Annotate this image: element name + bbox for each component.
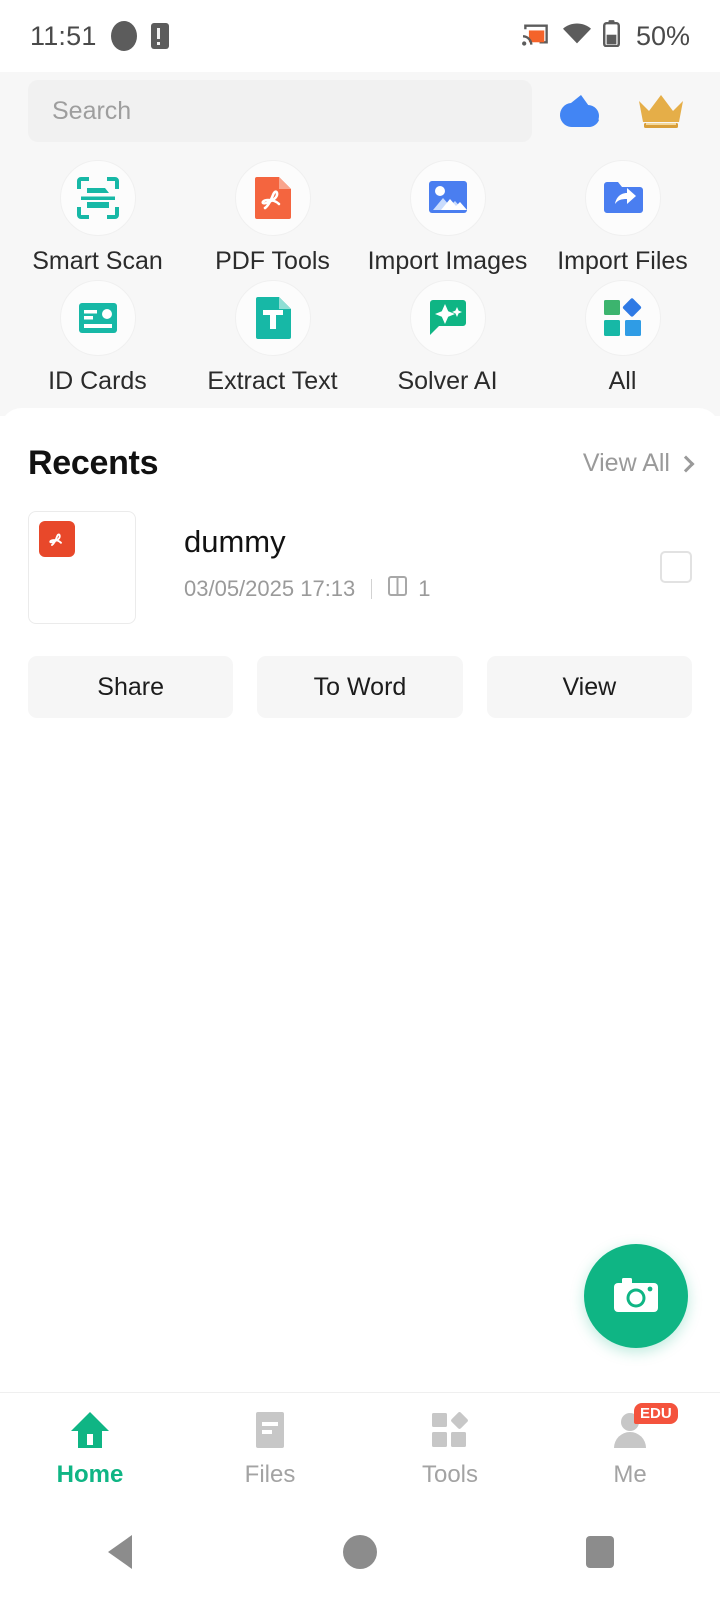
- shortcut-label: Import Images: [367, 247, 528, 275]
- shortcut-label: All: [608, 367, 637, 395]
- file-action-bar: Share To Word View: [0, 624, 720, 718]
- status-bar-right: 50%: [521, 20, 690, 52]
- search-row: [0, 80, 720, 142]
- import-files-icon: [584, 160, 661, 236]
- view-button[interactable]: View: [486, 656, 692, 718]
- recents-square-icon: [586, 1536, 614, 1568]
- screen-cast-icon: [521, 21, 551, 52]
- shortcut-extract-text[interactable]: Extract Text: [185, 280, 360, 394]
- shortcut-grid: Smart Scan PDF Tools Import Images Impor…: [0, 142, 720, 394]
- file-select-checkbox[interactable]: [660, 551, 692, 583]
- nav-label-files: Files: [244, 1460, 296, 1488]
- shortcut-label: ID Cards: [48, 367, 147, 395]
- shortcut-smart-scan[interactable]: Smart Scan: [10, 160, 185, 274]
- tools-icon: [428, 1409, 472, 1451]
- import-images-icon: [409, 160, 486, 236]
- status-bar-left: 11:51: [30, 21, 169, 52]
- camera-icon: [614, 1278, 658, 1312]
- id-cards-icon: [59, 280, 136, 356]
- to-word-button[interactable]: To Word: [257, 656, 463, 718]
- nav-item-tools[interactable]: Tools: [360, 1409, 540, 1489]
- file-thumbnail[interactable]: [28, 511, 136, 624]
- notification-blob-icon: [110, 21, 137, 51]
- bottom-navigation-bar: Home Files Tools EDU Me: [0, 1392, 720, 1504]
- search-input[interactable]: [52, 96, 508, 126]
- back-button[interactable]: [0, 1535, 240, 1569]
- camera-fab-button[interactable]: [584, 1244, 688, 1348]
- file-name: dummy: [184, 524, 286, 559]
- extract-text-icon: [234, 280, 311, 356]
- cloud-icon[interactable]: [550, 80, 612, 142]
- battery-percent-label: 50%: [635, 20, 690, 51]
- solver-ai-icon: [409, 280, 486, 356]
- all-tools-icon: [584, 280, 661, 356]
- chevron-right-icon: [677, 455, 695, 472]
- search-bar[interactable]: [28, 80, 532, 142]
- nav-item-home[interactable]: Home: [0, 1409, 180, 1489]
- shortcut-label: Solver AI: [397, 367, 498, 395]
- view-all-button[interactable]: View All: [582, 449, 695, 478]
- share-button[interactable]: Share: [28, 656, 234, 718]
- recents-button[interactable]: [480, 1536, 720, 1568]
- shortcut-label: Smart Scan: [32, 247, 163, 275]
- nav-item-files[interactable]: Files: [180, 1409, 360, 1489]
- sim-alert-icon: [150, 23, 169, 49]
- status-bar: 11:51 50%: [0, 0, 720, 72]
- smart-scan-icon: [59, 160, 136, 236]
- shortcut-import-files[interactable]: Import Files: [535, 160, 710, 274]
- shortcut-label: Extract Text: [207, 367, 338, 395]
- back-triangle-icon: [108, 1535, 132, 1569]
- app-screen: 11:51 50% Search Smart Scan PDF Tools Im…: [0, 0, 720, 1600]
- shortcut-import-images[interactable]: Import Images: [360, 160, 535, 274]
- edu-badge: EDU: [634, 1402, 678, 1424]
- file-date: 03/05/2025 17:13: [184, 575, 356, 601]
- page-count-icon: [388, 575, 408, 602]
- shortcut-pdf-tools[interactable]: PDF Tools: [185, 160, 360, 274]
- shortcut-all[interactable]: All: [535, 280, 710, 394]
- pdf-badge-icon: [39, 521, 75, 557]
- file-meta: 03/05/2025 17:13 1: [184, 575, 660, 602]
- nav-item-me[interactable]: EDU Me: [540, 1402, 720, 1489]
- nav-label-home: Home: [56, 1460, 124, 1488]
- shortcut-id-cards[interactable]: ID Cards: [10, 280, 185, 394]
- recent-file-row[interactable]: dummy 03/05/2025 17:13 1: [0, 483, 720, 624]
- home-icon: [68, 1409, 112, 1451]
- meta-divider: [371, 578, 373, 599]
- recents-header: Recents View All: [0, 408, 720, 483]
- nav-label-me: Me: [613, 1460, 647, 1488]
- shortcut-label: PDF Tools: [215, 247, 330, 275]
- recents-title: Recents: [28, 444, 159, 482]
- files-icon: [248, 1409, 292, 1451]
- shortcut-solver-ai[interactable]: Solver AI: [360, 280, 535, 394]
- view-all-label: View All: [582, 449, 670, 477]
- nav-label-tools: Tools: [421, 1460, 479, 1488]
- recents-card: Recents View All dummy 03/05/2025 17:13: [0, 408, 720, 718]
- home-top-section: Smart Scan PDF Tools: [0, 72, 720, 416]
- wifi-icon: [562, 22, 591, 50]
- crown-icon[interactable]: [630, 80, 692, 142]
- home-button[interactable]: [240, 1535, 480, 1569]
- home-circle-icon: [343, 1535, 377, 1569]
- pdf-tools-icon: [234, 160, 311, 236]
- shortcut-label: Import Files: [557, 247, 688, 275]
- profile-icon: EDU: [608, 1402, 678, 1451]
- status-bar-clock: 11:51: [30, 20, 97, 51]
- file-page-count: 1: [418, 575, 431, 601]
- file-info: dummy 03/05/2025 17:13 1: [136, 511, 660, 602]
- system-navigation-bar: [0, 1504, 720, 1600]
- battery-icon: [602, 20, 620, 52]
